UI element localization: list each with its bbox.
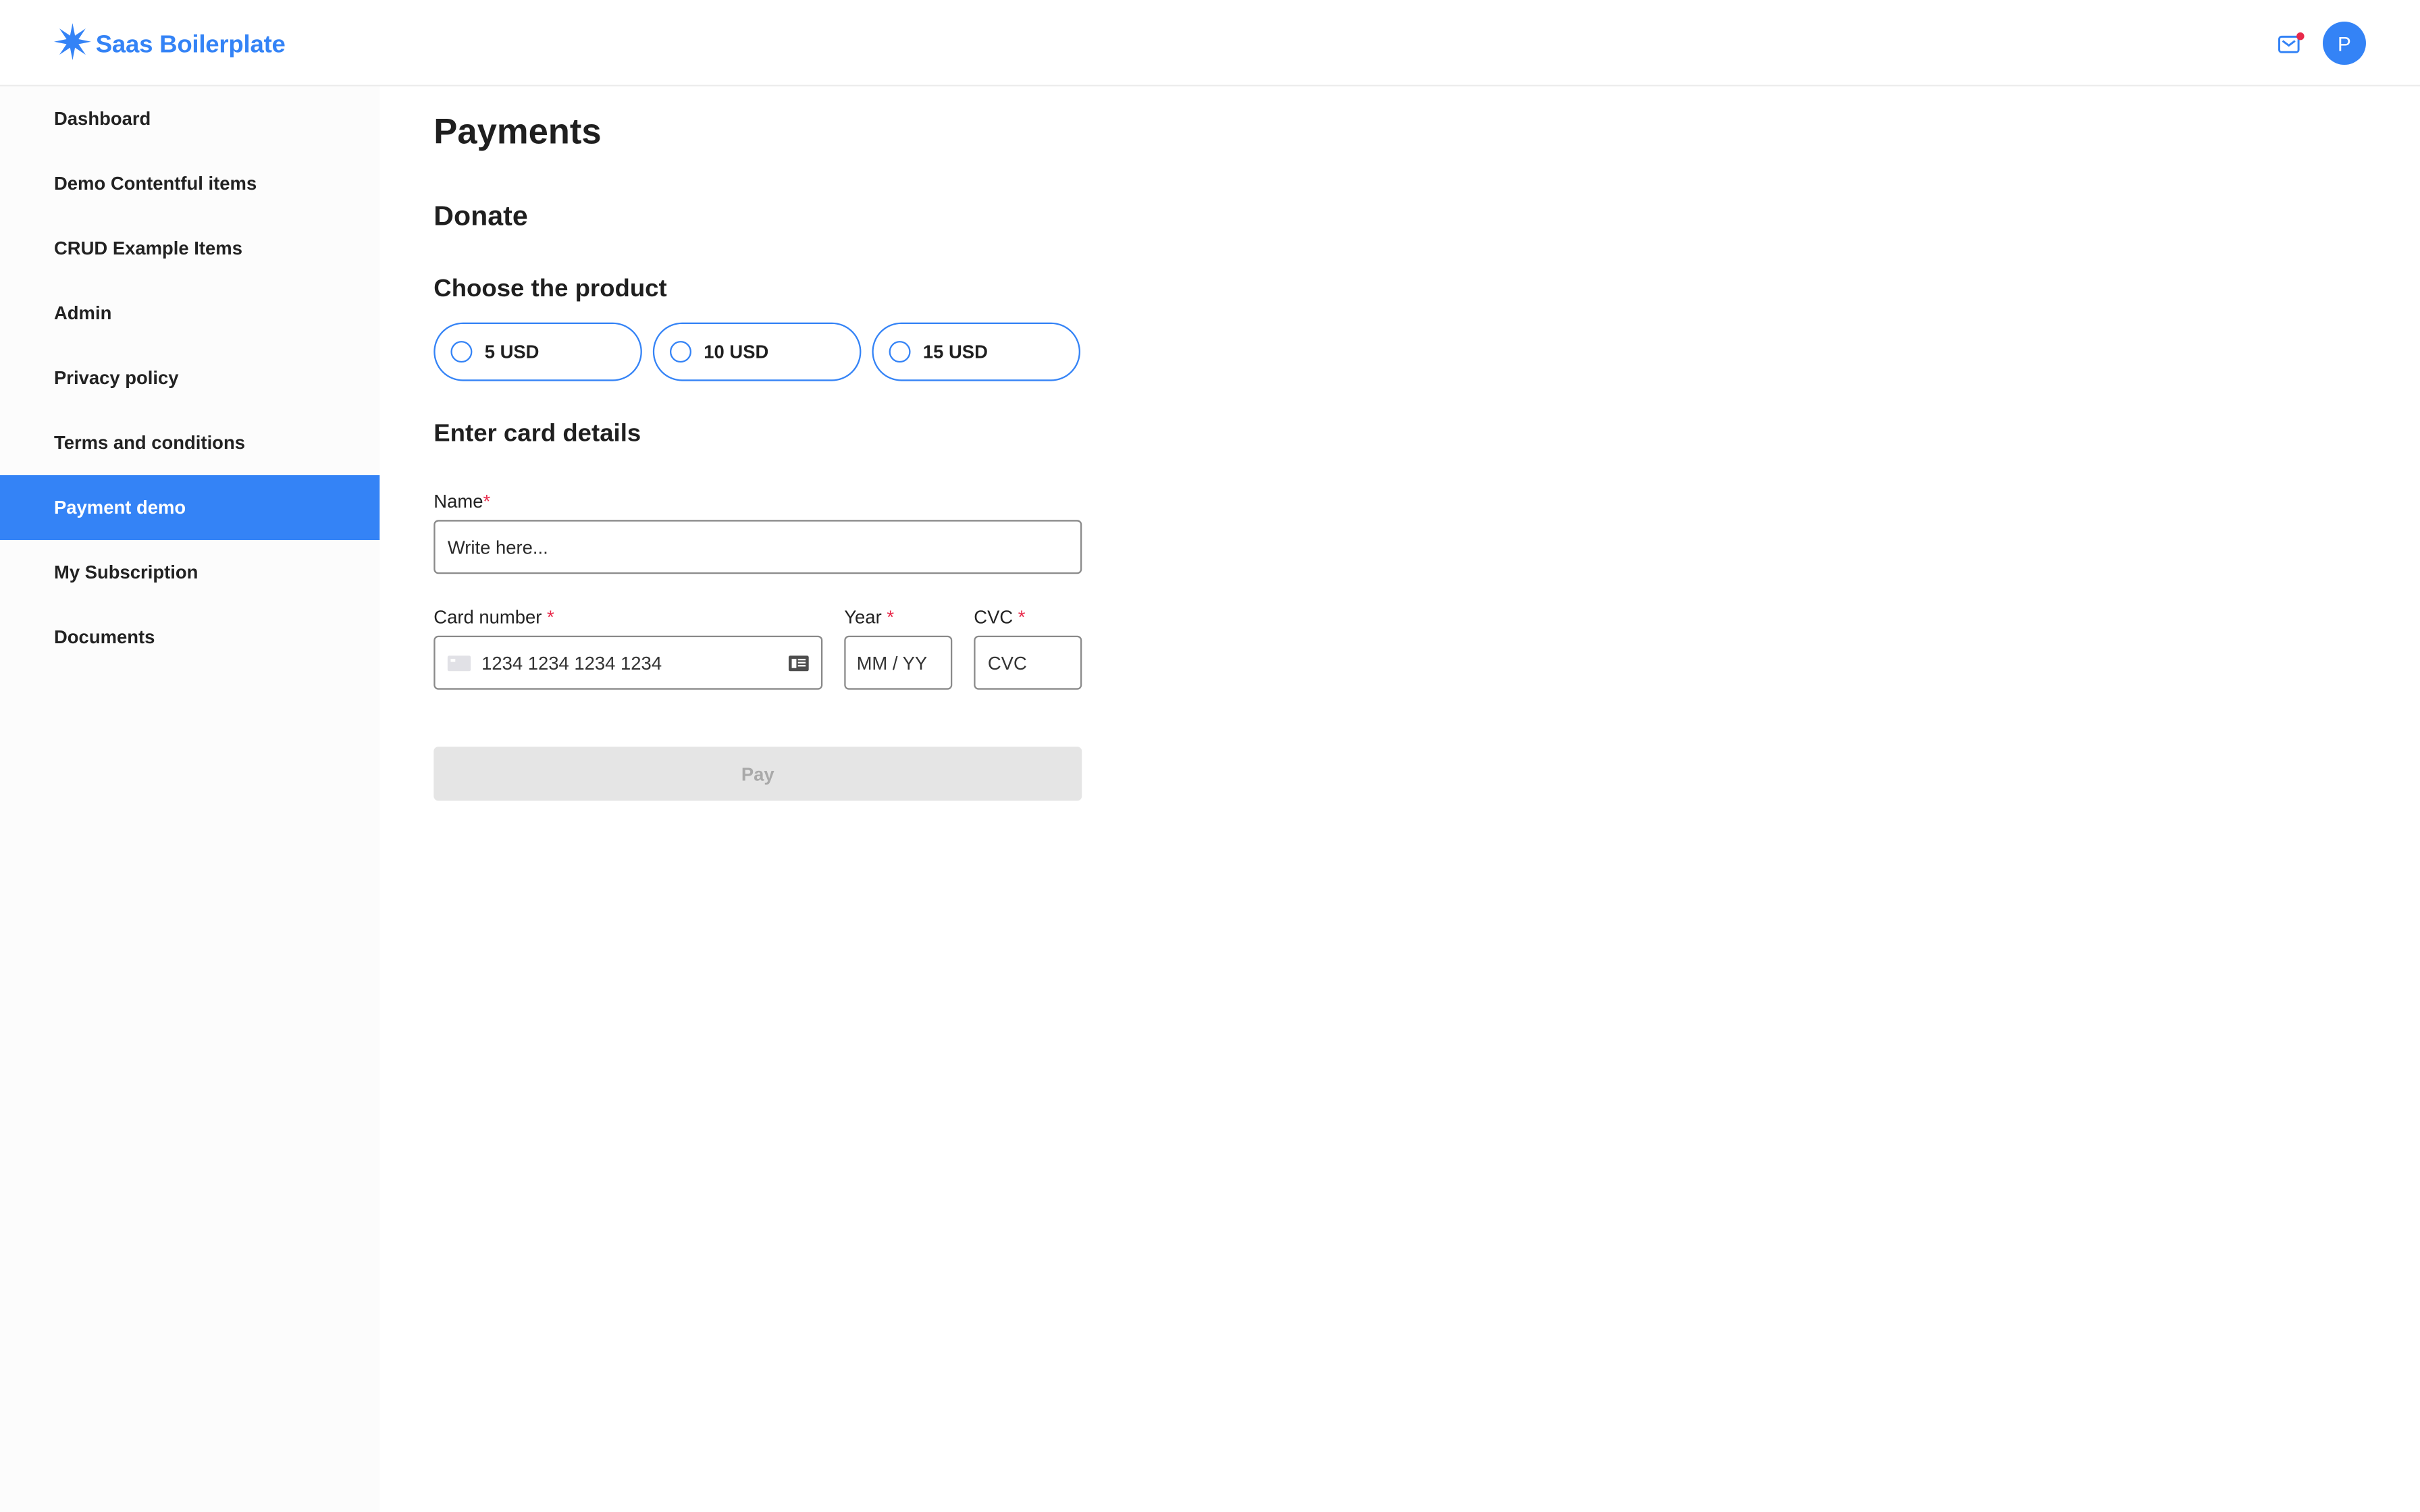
product-option-10-usd[interactable]: 10 USD	[652, 322, 862, 381]
cvc-label-text: CVC	[974, 606, 1018, 628]
mail-button[interactable]	[2278, 31, 2306, 56]
product-option-5-usd[interactable]: 5 USD	[433, 322, 642, 381]
product-label: 5 USD	[484, 341, 540, 363]
product-option-15-usd[interactable]: 15 USD	[872, 322, 1080, 381]
card-number-label-text: Card number	[433, 606, 547, 628]
product-label: 10 USD	[704, 341, 769, 363]
notification-dot	[2296, 32, 2305, 40]
page-title: Payments	[433, 111, 602, 151]
logo[interactable]: Saas Boilerplate	[53, 23, 286, 68]
required-marker: *	[887, 606, 895, 628]
sidebar-item-my-subscription[interactable]: My Subscription	[0, 540, 379, 605]
name-label: Name*	[433, 491, 490, 512]
avatar[interactable]: P	[2322, 21, 2366, 65]
year-label-text: Year	[844, 606, 887, 628]
sidebar: Dashboard Demo Contentful items CRUD Exa…	[0, 86, 380, 1512]
radio-button[interactable]	[450, 341, 473, 363]
sidebar-item-admin[interactable]: Admin	[0, 281, 379, 346]
sidebar-item-crud-example-items[interactable]: CRUD Example Items	[0, 216, 379, 281]
card-number-label: Card number *	[433, 606, 554, 628]
sidebar-item-documents[interactable]: Documents	[0, 605, 379, 670]
app-name: Saas Boilerplate	[95, 31, 286, 58]
app-root: Saas Boilerplate P Dashboard Demo Conten…	[0, 0, 2420, 1512]
cvc-placeholder: CVC	[987, 651, 1027, 674]
radio-button[interactable]	[669, 341, 691, 363]
pay-button[interactable]: Pay	[433, 747, 1082, 801]
card-details-heading: Enter card details	[433, 421, 641, 448]
radio-button[interactable]	[889, 341, 911, 363]
star-burst-icon	[53, 23, 91, 68]
product-options: 5 USD 10 USD 15 USD	[433, 322, 1080, 381]
sidebar-item-payment-demo[interactable]: Payment demo	[0, 475, 380, 540]
expiry-input[interactable]: MM / YY	[844, 635, 953, 690]
card-number-input[interactable]: 1234 1234 1234 1234	[433, 635, 823, 690]
sidebar-item-demo-contentful-items[interactable]: Demo Contentful items	[0, 151, 379, 216]
sidebar-item-dashboard[interactable]: Dashboard	[0, 86, 379, 151]
required-marker: *	[483, 490, 491, 512]
sidebar-item-terms-and-conditions[interactable]: Terms and conditions	[0, 410, 379, 475]
card-number-placeholder: 1234 1234 1234 1234	[481, 651, 662, 674]
cvc-label: CVC *	[974, 606, 1025, 628]
name-label-text: Name	[433, 490, 483, 512]
required-marker: *	[546, 606, 554, 628]
sidebar-item-privacy-policy[interactable]: Privacy policy	[0, 346, 379, 410]
top-bar: Saas Boilerplate P	[0, 0, 2420, 86]
card-scan-icon[interactable]	[788, 655, 809, 671]
section-title: Donate	[433, 200, 528, 232]
product-label: 15 USD	[922, 341, 988, 363]
cvc-input[interactable]: CVC	[974, 635, 1082, 690]
required-marker: *	[1018, 606, 1026, 628]
year-label: Year *	[844, 606, 894, 628]
name-input[interactable]	[433, 520, 1082, 574]
product-heading: Choose the product	[433, 276, 667, 302]
expiry-placeholder: MM / YY	[856, 651, 928, 674]
card-brand-icon	[447, 655, 471, 671]
